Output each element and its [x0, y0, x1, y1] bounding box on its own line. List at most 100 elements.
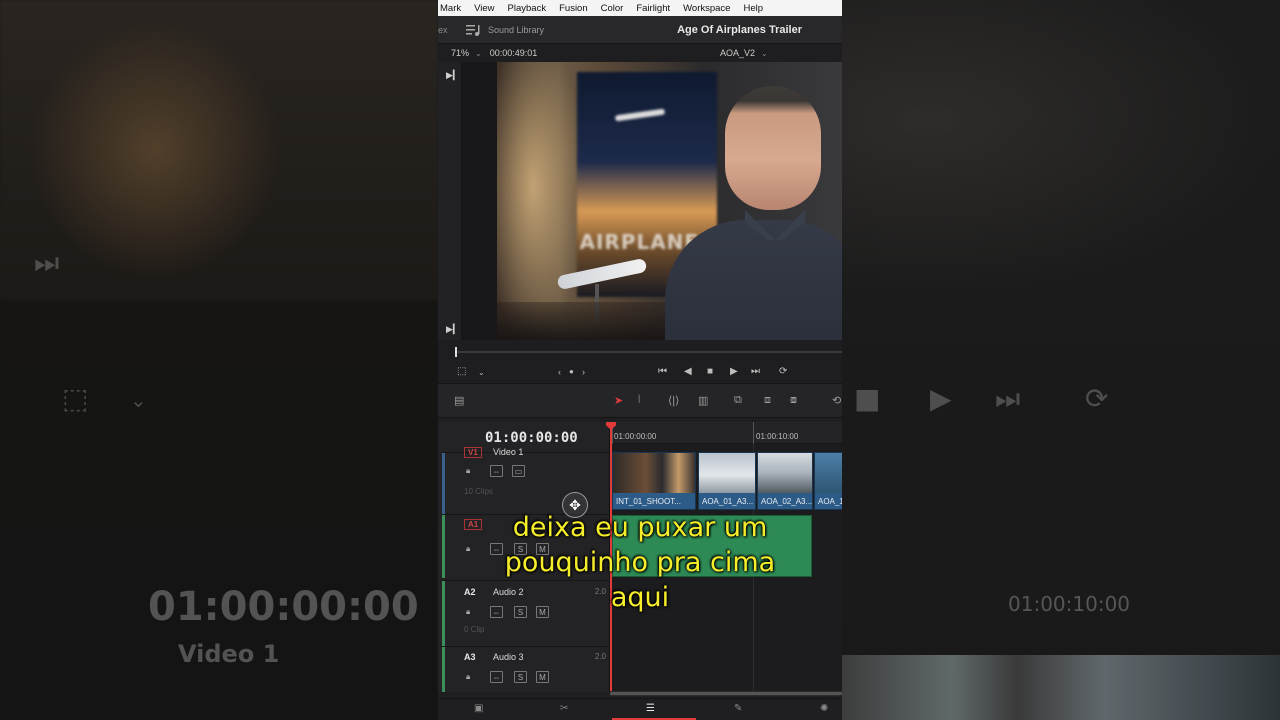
backdrop-chevron-icon: ⌄: [130, 388, 147, 412]
track-v1-name[interactable]: Video 1: [493, 447, 523, 457]
timeline-toolbar: ▤ ➤ ⦚ ⟨|⟩ ▥ ⧉ ⧈ ⧇ ⟲: [438, 384, 842, 418]
backdrop-timecode-right: 01:00:10:00: [1008, 592, 1131, 616]
menu-color[interactable]: Color: [599, 3, 624, 14]
sound-library-label: Sound Library: [488, 24, 545, 35]
edit-page-icon[interactable]: ☰: [646, 703, 655, 714]
video-clip-thumbnail: [758, 453, 812, 493]
interviewee-shirt: [665, 220, 842, 340]
menu-mark[interactable]: Mark: [438, 3, 461, 14]
color-page-icon[interactable]: ✺: [820, 703, 828, 714]
dynamic-trim-icon[interactable]: ⟨|⟩: [668, 394, 679, 407]
video-clip[interactable]: INT_01_SHOOT...: [612, 452, 696, 510]
next-marker-icon[interactable]: ›: [582, 367, 585, 377]
viewer-header: 71% ⌄ 00:00:49:01 AOA_V2 ⌄: [438, 44, 842, 62]
backdrop-stop-icon: ■: [854, 382, 881, 415]
track-v1-clip-count: 10 Clips: [464, 487, 493, 496]
cut-page-icon[interactable]: ✂: [560, 703, 568, 714]
play-icon[interactable]: ▶: [730, 366, 738, 377]
overwrite-clip-icon[interactable]: ⧈: [764, 394, 771, 407]
video-clip-label: AOA_01_A3...: [702, 497, 754, 506]
backdrop-clip-strip: [842, 655, 1280, 720]
track-a3-color: [442, 647, 445, 692]
index-tab-cut[interactable]: ex: [438, 25, 452, 35]
viewer-sidebar: [438, 62, 462, 340]
interviewee-head: [725, 86, 821, 210]
video-clip-thumbnail: [699, 453, 755, 493]
video-clip[interactable]: AOA_02_A3...: [757, 452, 813, 510]
link-icon[interactable]: ⟲: [832, 394, 841, 407]
menu-playback[interactable]: Playback: [506, 3, 547, 14]
video-clip-label: INT_01_SHOOT...: [616, 497, 681, 506]
play-reverse-icon[interactable]: ◀: [684, 366, 692, 377]
video-clip[interactable]: AOA_01_A3...: [698, 452, 756, 510]
zoom-level[interactable]: 71%: [451, 48, 469, 58]
media-page-icon[interactable]: ▣: [474, 703, 483, 714]
selection-tool-icon[interactable]: ➤: [614, 394, 623, 407]
viewer-scrubber[interactable]: [438, 340, 842, 362]
timeline-ruler[interactable]: 01:00:00:00 01:00:10:00: [610, 422, 842, 444]
sound-library-icon: [466, 24, 482, 36]
first-frame-icon[interactable]: ⏮: [658, 366, 667, 377]
track-a3-format: 2.0: [594, 652, 606, 661]
track-a3-autoselect-icon[interactable]: ⇔: [490, 671, 503, 683]
video-clip-thumbnail: [815, 453, 842, 493]
timeline-scroll-thumb[interactable]: [610, 692, 842, 695]
menu-fusion[interactable]: Fusion: [557, 3, 588, 14]
viewer-clip-name[interactable]: AOA_V2: [720, 48, 755, 58]
clip-chevron-down-icon[interactable]: ⌄: [761, 49, 768, 58]
track-v1-autoselect-icon[interactable]: ⇔: [490, 465, 503, 477]
zoom-chevron-down-icon[interactable]: ⌄: [475, 49, 482, 58]
blade-tool-icon[interactable]: ▥: [698, 394, 708, 407]
page-navigation: ▣ ✂ ☰ ✎ ✺: [438, 698, 842, 720]
track-a3-name[interactable]: Audio 3: [493, 652, 524, 662]
sound-library-button[interactable]: Sound Library: [466, 24, 544, 36]
video-clip-label: AOA_02_A3...: [761, 497, 813, 506]
backdrop-track-label: Video 1: [178, 640, 280, 668]
timeline-scrollbar[interactable]: [610, 691, 842, 696]
backdrop-timecode-left: 01:00:00:00: [148, 584, 419, 630]
video-clip[interactable]: AOA_1: [814, 452, 842, 510]
video-frame[interactable]: AIRPLANES: [497, 62, 842, 340]
menu-workspace[interactable]: Workspace: [681, 3, 730, 14]
menu-help[interactable]: Help: [741, 3, 763, 14]
subtitle-line-1: deixa eu puxar um: [512, 512, 768, 543]
lamp-glow: [497, 62, 587, 340]
ruler-tick: [753, 422, 754, 444]
timeline-options-icon[interactable]: ▤: [454, 394, 464, 407]
track-v1-lock-icon[interactable]: 🔒︎: [466, 465, 470, 477]
loop-icon[interactable]: ⟳: [779, 366, 787, 377]
track-v1-visibility-icon[interactable]: ▭: [512, 465, 525, 477]
menu-fairlight[interactable]: Fairlight: [634, 3, 670, 14]
track-a3-solo-button[interactable]: S: [514, 671, 527, 683]
backdrop-loop-icon: ⟳: [1085, 382, 1109, 415]
fusion-page-icon[interactable]: ✎: [734, 703, 742, 714]
menu-view[interactable]: View: [472, 3, 494, 14]
jump-icon[interactable]: ▶▎: [446, 70, 460, 81]
trim-tool-icon[interactable]: ⦚: [638, 394, 640, 407]
track-a2-clip-count: 0 Clip: [464, 625, 485, 634]
jump-end-icon[interactable]: ▶▎: [446, 324, 460, 335]
subtitle-line-2: pouquinho pra cima: [504, 547, 776, 578]
track-a3-lock-icon[interactable]: 🔒︎: [466, 671, 470, 683]
prev-marker-icon[interactable]: ‹: [558, 367, 561, 377]
scrub-track[interactable]: [456, 351, 842, 353]
crop-chevron-down-icon[interactable]: ⌄: [478, 368, 485, 377]
track-v1-color: [442, 453, 445, 514]
insert-clip-icon[interactable]: ⧉: [734, 394, 742, 407]
video-clip-label: AOA_1: [818, 497, 842, 506]
track-a3-mute-button[interactable]: M: [536, 671, 549, 683]
last-frame-icon[interactable]: ⏭: [751, 366, 760, 377]
track-a3: A3 Audio 3 2.0 🔒︎ ⇔ S M: [442, 646, 610, 692]
video-track-clips: INT_01_SHOOT... AOA_01_A3... AOA_02_A3..…: [612, 452, 842, 510]
viewer-panel: ▶▎ ▶▎ AIRPLANES: [438, 62, 842, 340]
scrub-playhead[interactable]: [455, 347, 457, 357]
viewer-timecode: 00:00:49:01: [489, 48, 538, 58]
backdrop-face-blur: [842, 0, 1280, 300]
crop-icon[interactable]: ⬚: [457, 366, 466, 377]
track-v1-tag: V1: [464, 447, 482, 458]
poster-plane: [614, 108, 666, 122]
stop-icon[interactable]: ■: [707, 366, 713, 377]
marker-dot-icon[interactable]: ●: [569, 367, 574, 376]
ruler-label-10s: 01:00:10:00: [756, 432, 799, 441]
replace-clip-icon[interactable]: ⧇: [790, 394, 797, 407]
